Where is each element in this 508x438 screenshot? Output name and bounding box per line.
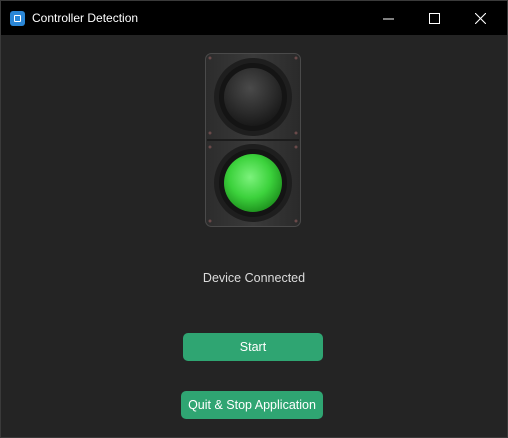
close-icon	[475, 13, 486, 24]
start-button[interactable]: Start	[183, 333, 323, 361]
close-button[interactable]	[457, 1, 503, 35]
top-lamp	[214, 58, 292, 136]
traffic-light-icon	[205, 53, 301, 227]
maximize-icon	[429, 13, 440, 24]
quit-stop-button[interactable]: Quit & Stop Application	[181, 391, 323, 419]
app-window: Controller Detection Device Connected St…	[0, 0, 508, 438]
bottom-lamp	[214, 144, 292, 222]
app-icon	[10, 11, 25, 26]
title-bar[interactable]: Controller Detection	[1, 1, 507, 35]
maximize-button[interactable]	[411, 1, 457, 35]
minimize-icon	[383, 18, 394, 20]
status-label: Device Connected	[202, 271, 306, 285]
window-title: Controller Detection	[32, 11, 139, 25]
minimize-button[interactable]	[365, 1, 411, 35]
